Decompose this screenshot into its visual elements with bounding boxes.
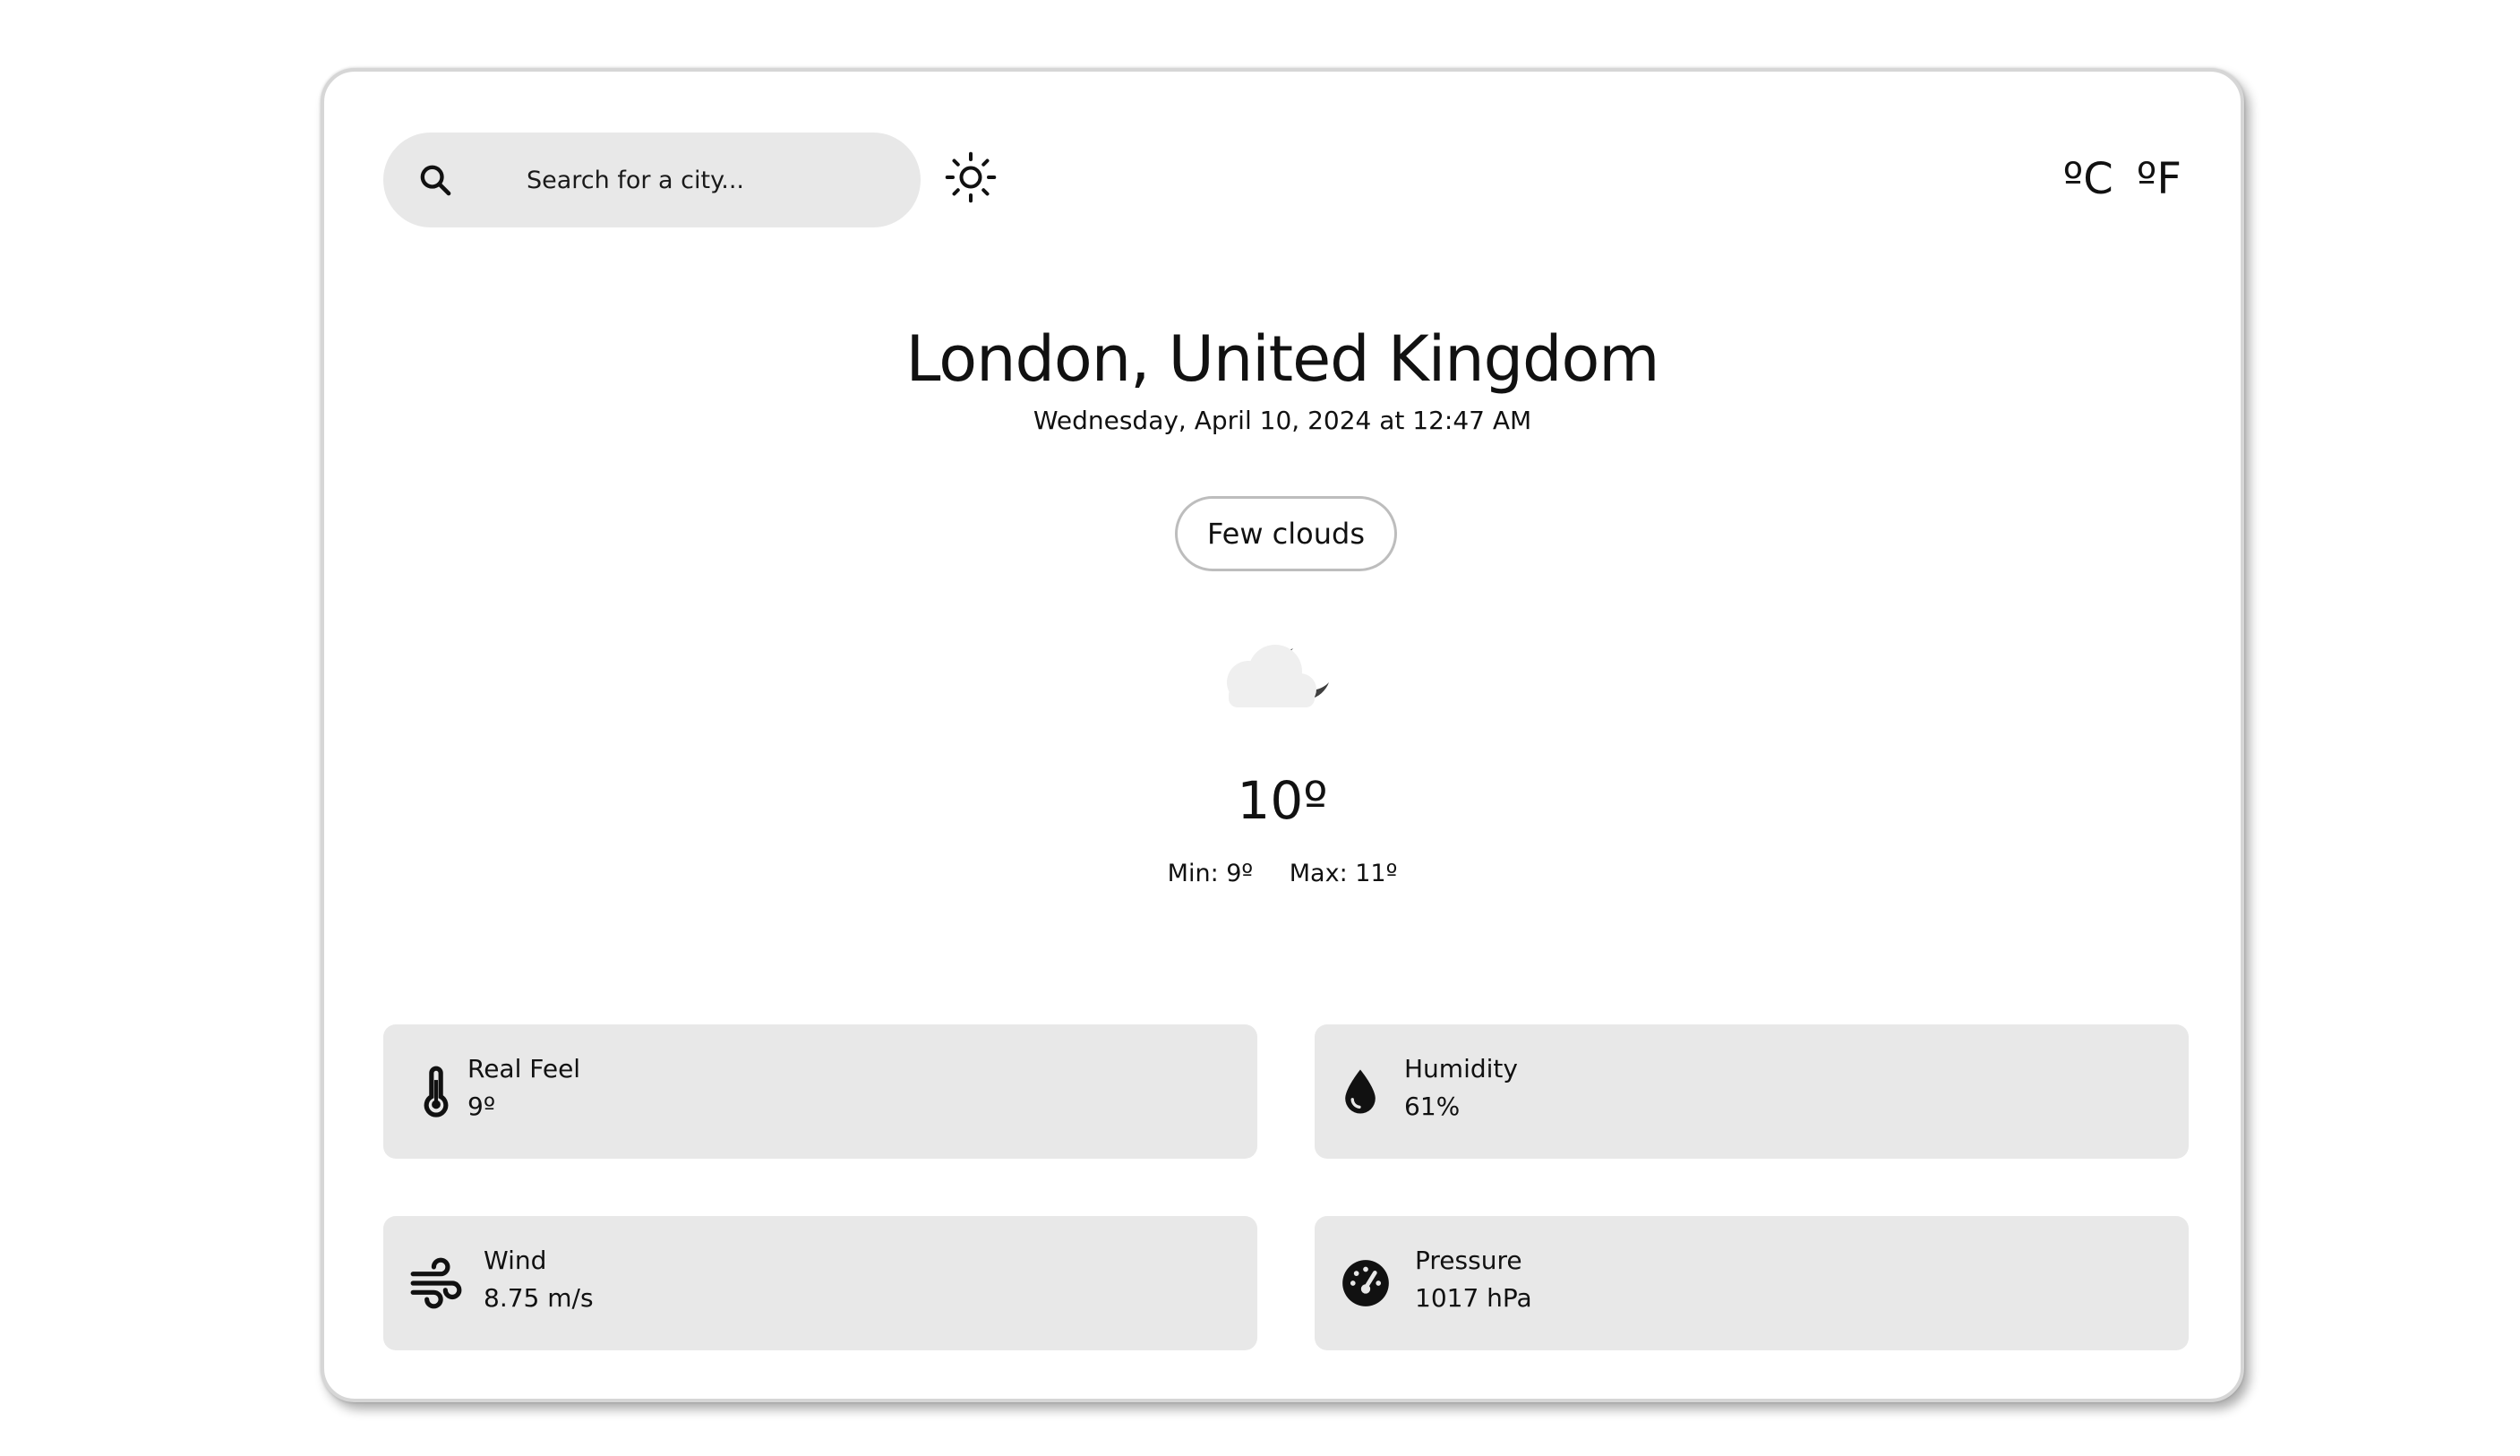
search-bar[interactable] [383,133,921,227]
min-max-temperature: Min: 9º Max: 11º [324,856,2241,892]
gauge-icon [1342,1260,1389,1306]
condition-badge: Few clouds [1175,496,1397,571]
unit-toggle: ºC ºF [2063,154,2181,204]
humidity-label: Humidity [1404,1054,1518,1083]
water-drop-icon [1345,1069,1376,1114]
min-temperature: Min: 9º [1167,860,1254,887]
max-temperature: Max: 11º [1289,860,1398,887]
cloud-moon-icon [1227,645,1329,707]
search-icon[interactable] [417,162,453,198]
humidity-value: 61% [1404,1092,1461,1121]
wind-icon [410,1257,462,1309]
real-feel-card: Real Feel 9º [383,1024,1257,1159]
real-feel-value: 9º [467,1092,496,1121]
real-feel-label: Real Feel [467,1054,581,1083]
humidity-card: Humidity 61% [1315,1024,2189,1159]
local-datetime: Wednesday, April 10, 2024 at 12:47 AM [1033,406,1532,435]
weather-card: ºC ºF London, United Kingdom Wednesday, … [321,68,2244,1402]
city-title: London, United Kingdom [905,322,1660,396]
sun-icon[interactable] [944,150,998,204]
fahrenheit-button[interactable]: ºF [2137,154,2181,204]
pressure-card: Pressure 1017 hPa [1315,1216,2189,1350]
current-temperature: 10º [1237,770,1328,831]
thermometer-icon [424,1066,449,1118]
celsius-button[interactable]: ºC [2063,154,2113,204]
wind-value: 8.75 m/s [484,1283,594,1313]
pressure-label: Pressure [1415,1246,1522,1275]
wind-label: Wind [484,1246,547,1275]
wind-card: Wind 8.75 m/s [383,1216,1257,1350]
pressure-value: 1017 hPa [1415,1283,1532,1313]
search-input[interactable] [527,156,885,204]
